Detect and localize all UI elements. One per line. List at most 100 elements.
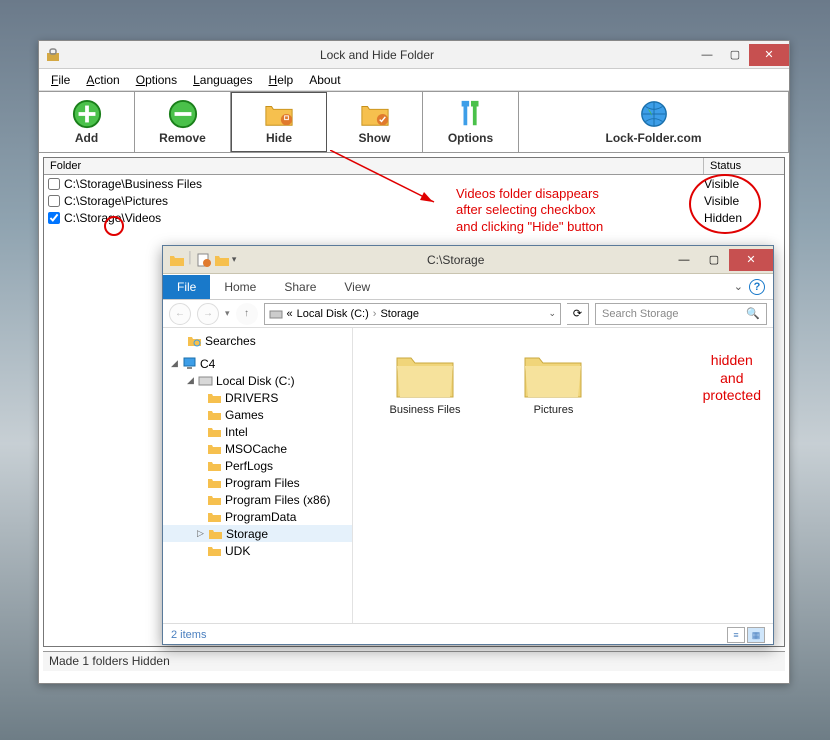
tree-item[interactable]: ProgramData — [163, 508, 352, 525]
remove-button[interactable]: Remove — [135, 92, 231, 152]
explorer-statusbar: 2 items ≡ ▦ — [163, 623, 773, 646]
annotation-text-2: hiddenandprotected — [703, 352, 761, 405]
tree-item-storage[interactable]: ▷Storage — [163, 525, 352, 542]
back-button[interactable]: ← — [169, 303, 191, 325]
row-checkbox[interactable] — [48, 195, 60, 207]
menubar: File Action Options Languages Help About — [39, 69, 789, 91]
explorer-titlebar[interactable]: │ ▾ C:\Storage — ▢ ✕ — [163, 246, 773, 274]
file-explorer-window: │ ▾ C:\Storage — ▢ ✕ File Home Share Vie… — [162, 245, 774, 645]
tab-share[interactable]: Share — [270, 275, 330, 299]
folder-show-icon — [360, 99, 390, 129]
list-item[interactable]: Business Files — [375, 348, 475, 416]
folder-icon — [522, 348, 584, 400]
folder-icon — [207, 407, 222, 422]
tab-home[interactable]: Home — [210, 275, 270, 299]
view-details-icon[interactable]: ≡ — [727, 627, 745, 643]
row-checkbox[interactable] — [48, 212, 60, 224]
tree-item[interactable]: ◢Local Disk (C:) — [163, 372, 352, 389]
close-button[interactable]: ✕ — [749, 44, 789, 66]
folder-icon — [207, 390, 222, 405]
tab-file[interactable]: File — [163, 275, 210, 299]
minus-icon — [168, 99, 198, 129]
computer-icon — [182, 356, 197, 371]
toolbar: Add Remove Hide Show Options Lock-Folder… — [39, 91, 789, 153]
show-button[interactable]: Show — [327, 92, 423, 152]
maximize-button[interactable]: ▢ — [721, 44, 749, 66]
navigation-pane[interactable]: Searches ◢C4 ◢Local Disk (C:) DRIVERS Ga… — [163, 328, 353, 623]
forward-button[interactable]: → — [197, 303, 219, 325]
navbar: ← → ▾ ↑ « Local Disk (C:) › Storage ⌄ ⟳ … — [163, 300, 773, 328]
folder-icon — [207, 509, 222, 524]
folder-icon — [207, 543, 222, 558]
minimize-button[interactable]: — — [669, 249, 699, 271]
tree-item[interactable]: Program Files — [163, 474, 352, 491]
menu-help[interactable]: Help — [261, 71, 302, 89]
folder-icon — [207, 475, 222, 490]
view-large-icons-icon[interactable]: ▦ — [747, 627, 765, 643]
new-folder-icon[interactable] — [214, 252, 230, 268]
explorer-title: C:\Storage — [242, 253, 669, 267]
search-folder-icon — [187, 333, 202, 348]
expand-ribbon-icon[interactable]: ⌄ — [734, 280, 743, 293]
options-button[interactable]: Options — [423, 92, 519, 152]
maximize-button[interactable]: ▢ — [699, 249, 729, 271]
content-pane[interactable]: Business Files Pictures hiddenandprotect… — [353, 328, 773, 623]
annotation-text-1: Videos folder disappearsafter selecting … — [456, 186, 603, 235]
search-input[interactable]: Search Storage 🔍 — [595, 303, 767, 325]
website-button[interactable]: Lock-Folder.com — [519, 92, 789, 152]
app-titlebar[interactable]: Lock and Hide Folder — ▢ ✕ — [39, 41, 789, 69]
list-item[interactable]: Pictures — [503, 348, 603, 416]
address-bar[interactable]: « Local Disk (C:) › Storage ⌄ — [264, 303, 561, 325]
menu-action[interactable]: Action — [78, 71, 127, 89]
drive-icon — [198, 373, 213, 388]
refresh-button[interactable]: ⟳ — [567, 303, 589, 325]
properties-icon[interactable] — [196, 252, 212, 268]
tree-item[interactable]: Program Files (x86) — [163, 491, 352, 508]
drive-icon — [269, 307, 283, 321]
ribbon-tabs: File Home Share View ⌄ ? — [163, 274, 773, 300]
menu-options[interactable]: Options — [128, 71, 185, 89]
globe-icon — [639, 99, 669, 129]
tree-item[interactable]: ◢C4 — [163, 355, 352, 372]
folder-icon — [169, 252, 185, 268]
hide-button[interactable]: Hide — [231, 92, 327, 152]
status-bar: Made 1 folders Hidden — [43, 651, 785, 671]
search-icon: 🔍 — [746, 307, 760, 320]
help-icon[interactable]: ? — [749, 279, 765, 295]
tree-item[interactable]: Searches — [163, 332, 352, 349]
column-status[interactable]: Status — [704, 158, 784, 174]
folder-icon — [207, 441, 222, 456]
minimize-button[interactable]: — — [693, 44, 721, 66]
add-button[interactable]: Add — [39, 92, 135, 152]
chevron-down-icon[interactable]: ⌄ — [548, 308, 556, 319]
app-title: Lock and Hide Folder — [61, 48, 693, 62]
folder-icon — [207, 492, 222, 507]
app-icon — [45, 47, 61, 63]
plus-icon — [72, 99, 102, 129]
menu-languages[interactable]: Languages — [185, 71, 260, 89]
tools-icon — [456, 99, 486, 129]
row-checkbox[interactable] — [48, 178, 60, 190]
close-button[interactable]: ✕ — [729, 249, 773, 271]
tree-item[interactable]: MSOCache — [163, 440, 352, 457]
tree-item[interactable]: PerfLogs — [163, 457, 352, 474]
tree-item[interactable]: UDK — [163, 542, 352, 559]
annotation-circle-checkbox — [104, 216, 124, 236]
up-button[interactable]: ↑ — [236, 303, 258, 325]
history-dropdown-icon[interactable]: ▾ — [225, 308, 230, 319]
chevron-down-icon[interactable]: ▾ — [232, 254, 237, 265]
annotation-arrow — [330, 150, 440, 210]
folder-icon — [207, 458, 222, 473]
menu-file[interactable]: File — [43, 71, 78, 89]
table-row[interactable]: C:\Storage\Videos Hidden — [44, 209, 784, 226]
folder-icon — [207, 424, 222, 439]
tree-item[interactable]: DRIVERS — [163, 389, 352, 406]
folder-icon — [394, 348, 456, 400]
tab-view[interactable]: View — [330, 275, 384, 299]
tree-item[interactable]: Games — [163, 406, 352, 423]
menu-about[interactable]: About — [301, 71, 348, 89]
folder-icon — [208, 526, 223, 541]
tree-item[interactable]: Intel — [163, 423, 352, 440]
quick-divider: │ — [187, 252, 194, 268]
folder-hide-icon — [264, 99, 294, 129]
